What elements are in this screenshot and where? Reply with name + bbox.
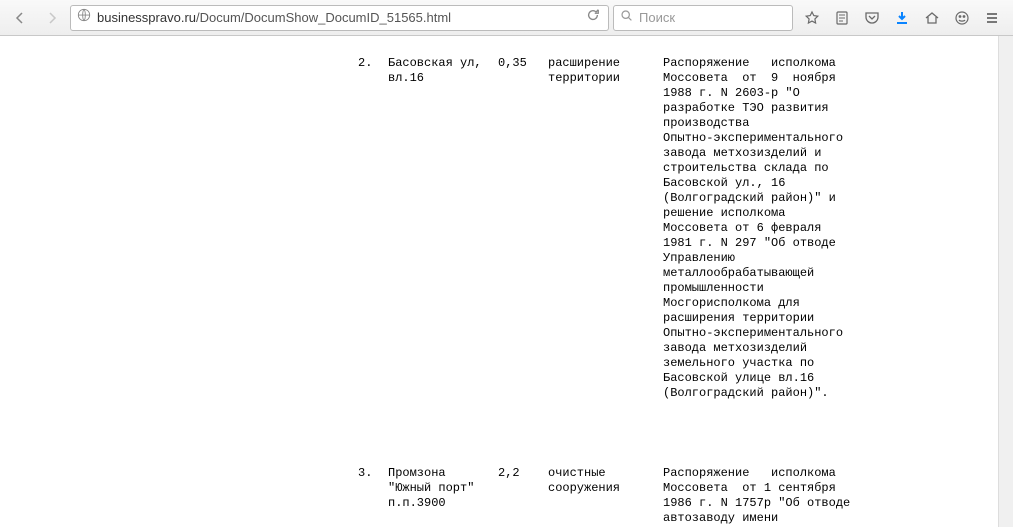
row-basis: Распоряжение исполкома Моссовета от 9 но… xyxy=(663,56,863,401)
browser-toolbar: businesspravo.ru/Docum/DocumShow_DocumID… xyxy=(0,0,1013,36)
toolbar-icons xyxy=(797,5,1007,31)
downloads-icon[interactable] xyxy=(887,5,917,31)
search-input[interactable] xyxy=(639,10,786,25)
reload-button[interactable] xyxy=(584,8,602,27)
row-basis: Распоряжение исполкома Моссовета от 1 се… xyxy=(663,466,863,527)
url-text: businesspravo.ru/Docum/DocumShow_DocumID… xyxy=(97,10,578,25)
search-icon xyxy=(620,9,633,27)
reader-icon[interactable] xyxy=(827,5,857,31)
row-purpose: очистные сооружения xyxy=(548,466,648,527)
globe-icon xyxy=(77,8,91,27)
row-number: 3. xyxy=(358,466,388,527)
vertical-scrollbar[interactable] xyxy=(998,36,1013,527)
bookmark-star-icon[interactable] xyxy=(797,5,827,31)
row-address: Промзона "Южный порт" п.п.3900 xyxy=(388,466,488,527)
row-address: Басовская ул, вл.16 xyxy=(388,56,488,401)
url-bar[interactable]: businesspravo.ru/Docum/DocumShow_DocumID… xyxy=(70,5,609,31)
forward-button[interactable] xyxy=(38,5,66,31)
row-number: 2. xyxy=(358,56,388,401)
row-value: 0,35 xyxy=(488,56,548,401)
smiley-icon[interactable] xyxy=(947,5,977,31)
search-bar[interactable] xyxy=(613,5,793,31)
menu-icon[interactable] xyxy=(977,5,1007,31)
back-button[interactable] xyxy=(6,5,34,31)
row-value: 2,2 xyxy=(488,466,548,527)
document-table: 2. Басовская ул, вл.16 0,35 расширение т… xyxy=(0,36,1013,527)
table-row: 2. Басовская ул, вл.16 0,35 расширение т… xyxy=(0,56,1013,401)
pocket-icon[interactable] xyxy=(857,5,887,31)
table-row: 3. Промзона "Южный порт" п.п.3900 2,2 оч… xyxy=(0,466,1013,527)
page-content: 2. Басовская ул, вл.16 0,35 расширение т… xyxy=(0,36,1013,527)
row-purpose: расширение территории xyxy=(548,56,648,401)
home-icon[interactable] xyxy=(917,5,947,31)
